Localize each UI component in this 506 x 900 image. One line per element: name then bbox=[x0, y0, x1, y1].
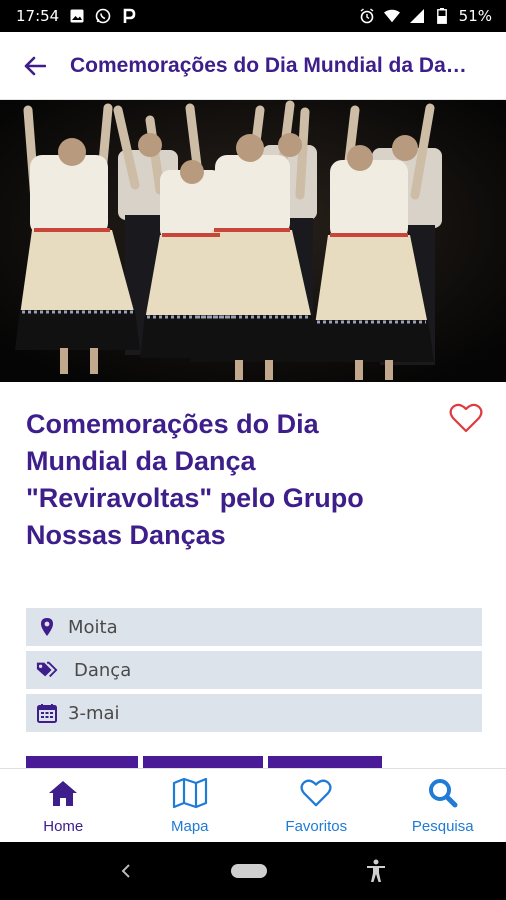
home-pill-icon bbox=[230, 864, 267, 878]
action-button-1[interactable] bbox=[26, 756, 138, 768]
system-back-button[interactable] bbox=[120, 863, 132, 879]
arrow-left-icon bbox=[24, 56, 46, 75]
image-icon bbox=[69, 8, 85, 24]
info-location: Moita bbox=[26, 608, 482, 646]
accessibility-button[interactable] bbox=[366, 859, 386, 883]
accessibility-icon bbox=[367, 859, 386, 882]
tags-icon bbox=[36, 659, 58, 681]
event-title: Comemorações do Dia Mundial da Dança "Re… bbox=[26, 409, 364, 550]
battery-icon bbox=[434, 8, 450, 24]
category-text: Dança bbox=[74, 659, 132, 681]
action-button-3[interactable] bbox=[268, 756, 382, 768]
status-time: 17:54 bbox=[16, 7, 60, 25]
nav-map[interactable]: Mapa bbox=[127, 769, 254, 842]
map-marker-icon bbox=[36, 616, 58, 638]
heart-icon bbox=[298, 776, 334, 810]
status-bar: 17:54 51% bbox=[0, 0, 506, 32]
wifi-icon bbox=[383, 8, 400, 24]
bottom-nav: Home Mapa Favoritos Pesquisa bbox=[0, 768, 506, 842]
nav-search[interactable]: Pesquisa bbox=[380, 769, 506, 842]
whatsapp-icon bbox=[95, 8, 111, 24]
nav-home-label: Home bbox=[43, 818, 84, 835]
parking-icon bbox=[121, 8, 137, 24]
info-date: 3-mai bbox=[26, 694, 482, 732]
search-icon bbox=[425, 776, 461, 810]
action-buttons bbox=[26, 756, 382, 768]
nav-search-label: Pesquisa bbox=[411, 818, 474, 835]
alarm-icon bbox=[359, 8, 375, 24]
event-details: Comemorações do Dia Mundial da Dança "Re… bbox=[0, 382, 506, 768]
favorite-button[interactable] bbox=[449, 402, 483, 434]
app-bar: Comemorações do Dia Mundial da Dança "Re… bbox=[0, 32, 506, 100]
system-home-button[interactable] bbox=[230, 864, 267, 878]
system-nav-bar bbox=[0, 842, 506, 900]
heart-outline-icon bbox=[449, 403, 483, 433]
nav-favorites[interactable]: Favoritos bbox=[253, 769, 380, 842]
event-image bbox=[0, 100, 506, 382]
calendar-icon bbox=[36, 702, 58, 724]
info-category: Dança bbox=[26, 651, 482, 689]
action-button-2[interactable] bbox=[143, 756, 263, 768]
battery-percent: 51% bbox=[458, 7, 492, 25]
nav-map-label: Mapa bbox=[170, 818, 209, 835]
nav-favorites-label: Favoritos bbox=[285, 818, 348, 835]
signal-icon bbox=[409, 8, 425, 24]
chevron-left-icon bbox=[121, 864, 130, 878]
map-icon bbox=[172, 776, 208, 810]
location-text: Moita bbox=[68, 616, 118, 638]
date-text: 3-mai bbox=[68, 702, 120, 724]
nav-home[interactable]: Home bbox=[0, 769, 127, 842]
app-bar-title: Comemorações do Dia Mundial da Dança "Re… bbox=[70, 53, 470, 77]
back-button[interactable] bbox=[0, 32, 70, 100]
home-icon bbox=[45, 776, 81, 810]
